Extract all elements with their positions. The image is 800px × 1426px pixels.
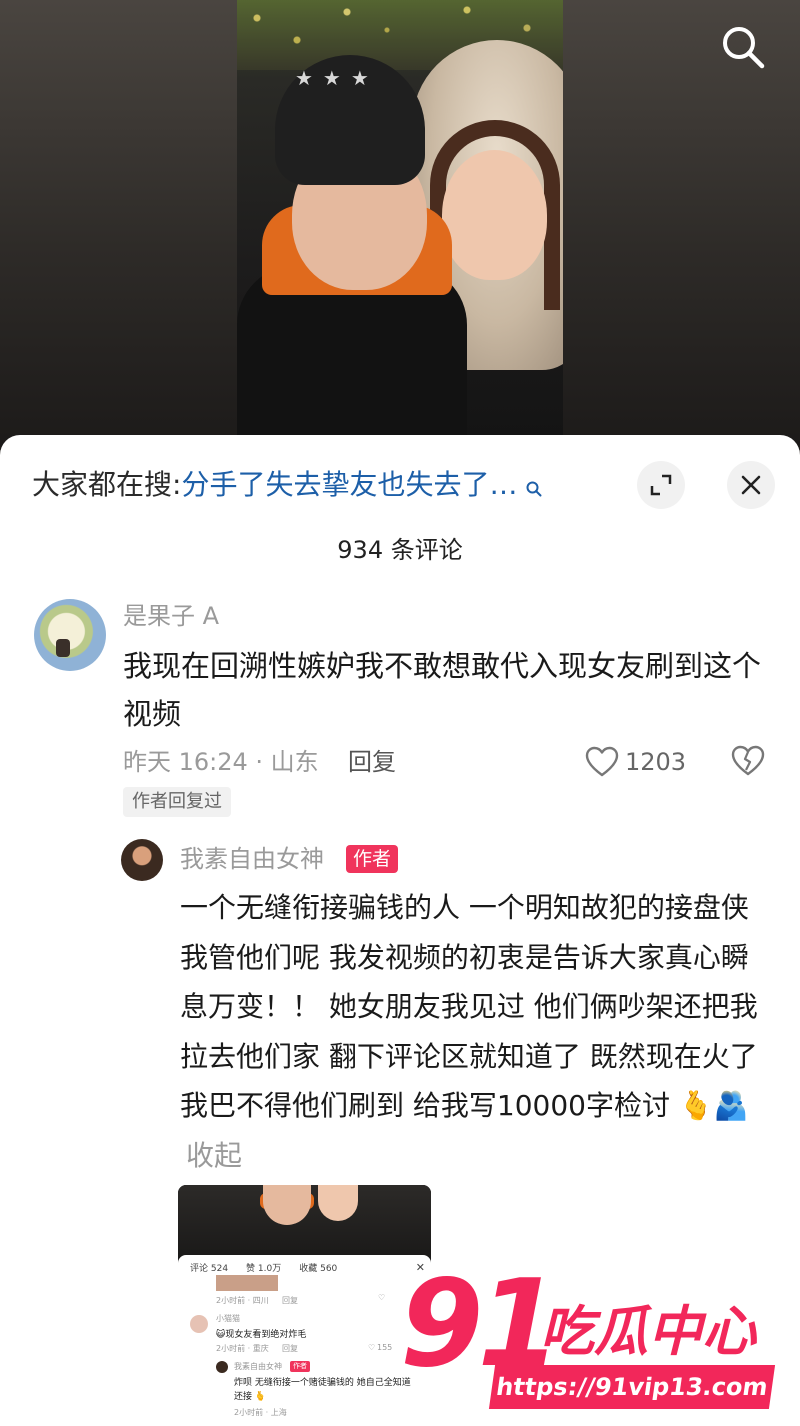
reply-image[interactable]: 评论 524 赞 1.0万 收藏 560 ✕ 2小时前 · 四川 回复 ♡ 小猫… bbox=[178, 1185, 431, 1426]
embedded-meta: 2小时前 · 重庆 bbox=[216, 1344, 269, 1353]
emoji: 🫰🫂 bbox=[678, 1089, 749, 1122]
embedded-meta: 2小时前 · 四川 bbox=[216, 1296, 269, 1305]
avatar bbox=[190, 1315, 208, 1333]
collapse-button[interactable]: 收起 bbox=[186, 1139, 242, 1172]
embedded-reply: 回复 bbox=[282, 1296, 298, 1305]
author-badge: 作者 bbox=[346, 845, 399, 873]
embedded-username: 我素自由女神 bbox=[234, 1362, 282, 1371]
expand-icon bbox=[650, 474, 672, 496]
broken-heart-icon bbox=[731, 745, 765, 776]
watermark-logo: 91 吃瓜中心 https://91vip13.com bbox=[400, 1260, 790, 1420]
embedded-tab: 评论 524 bbox=[190, 1264, 229, 1274]
embedded-tab: 收藏 560 bbox=[299, 1264, 338, 1274]
trending-search-prefix: 大家都在搜: bbox=[32, 468, 182, 501]
embedded-video-thumb bbox=[178, 1185, 431, 1260]
close-button[interactable] bbox=[727, 461, 775, 509]
author-badge: 作者 bbox=[290, 1361, 310, 1372]
dislike-button[interactable] bbox=[731, 745, 765, 781]
avatar[interactable] bbox=[34, 599, 106, 671]
embedded-tabs: 评论 524 赞 1.0万 收藏 560 ✕ bbox=[190, 1261, 425, 1274]
watermark-url: https://91vip13.com bbox=[488, 1365, 776, 1409]
embedded-username: 小猫猫 bbox=[216, 1314, 240, 1323]
search-icon[interactable] bbox=[718, 22, 768, 72]
avatar bbox=[216, 1361, 228, 1373]
search-icon[interactable] bbox=[525, 469, 543, 505]
video-thumbnail[interactable]: ★★★ bbox=[237, 0, 563, 440]
watermark-name: 吃瓜中心 bbox=[540, 1300, 756, 1363]
embedded-like-count: 155 bbox=[377, 1343, 393, 1352]
heart-icon bbox=[585, 746, 619, 777]
embedded-meta: 2小时前 · 上海 bbox=[234, 1408, 287, 1417]
heart-icon: ♡ bbox=[378, 1293, 386, 1302]
close-icon bbox=[741, 475, 761, 495]
reply-button[interactable]: 回复 bbox=[348, 744, 396, 780]
video-background[interactable]: ★★★ bbox=[0, 0, 800, 450]
embedded-reply: 回复 bbox=[282, 1344, 298, 1353]
like-count: 1203 bbox=[625, 748, 687, 776]
embedded-comment-text: 😺现女友看到绝对炸毛 bbox=[216, 1330, 307, 1340]
comment-count: 934 条评论 bbox=[337, 536, 463, 564]
reply-text-block: 一个无缝衔接骗钱的人 一个明知故犯的接盘侠 我管他们呢 我发视频的初衷是告诉大家… bbox=[180, 883, 770, 1180]
reply-username[interactable]: 我素自由女神 bbox=[180, 841, 324, 877]
heart-icon: ♡ bbox=[368, 1343, 376, 1352]
avatar[interactable] bbox=[121, 839, 163, 881]
author-replied-tag: 作者回复过 bbox=[123, 787, 231, 817]
reply-text: 一个无缝衔接骗钱的人 一个明知故犯的接盘侠 我管他们呢 我发视频的初衷是告诉大家… bbox=[180, 891, 758, 1122]
embedded-comment-text: 炸呗 无缝衔接一个赌徒骗钱的 她自己全知道 bbox=[234, 1378, 411, 1388]
trending-search-query[interactable]: 分手了失去挚友也失去了… bbox=[181, 468, 517, 501]
embedded-image bbox=[216, 1275, 278, 1291]
embedded-comment-panel: 评论 524 赞 1.0万 收藏 560 ✕ 2小时前 · 四川 回复 ♡ 小猫… bbox=[178, 1255, 431, 1426]
woman-face bbox=[442, 150, 547, 280]
star-pattern: ★★★ bbox=[295, 66, 379, 90]
comment-text: 我现在回溯性嫉妒我不敢想敢代入现女友刷到这个视频 bbox=[123, 649, 762, 731]
comment-timestamp-location: 昨天 16:24 · 山东 bbox=[123, 748, 319, 776]
comment-username[interactable]: 是果子 A bbox=[123, 598, 219, 634]
expand-button[interactable] bbox=[637, 461, 685, 509]
trending-search-bar[interactable]: 大家都在搜:分手了失去挚友也失去了… bbox=[32, 465, 612, 505]
embedded-tab: 赞 1.0万 bbox=[246, 1264, 282, 1274]
embedded-comment-text: 还接 🫰 bbox=[234, 1392, 267, 1402]
like-button[interactable]: 1203 bbox=[585, 744, 686, 780]
